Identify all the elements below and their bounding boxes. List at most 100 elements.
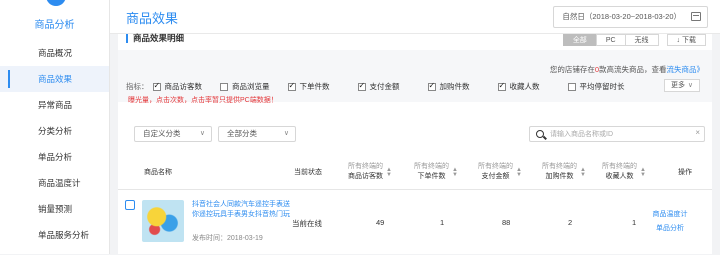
main-content: 商品效果 自然日（2018-03-20~2018-03-20） 商品效果明细 全… [110, 0, 720, 254]
metric-views-label: 商品浏览量 [232, 82, 270, 91]
checkbox[interactable] [287, 81, 296, 91]
chevron-down-icon: ∨ [687, 82, 693, 89]
checkbox[interactable] [152, 81, 161, 91]
lost-suffix: 》 [696, 65, 705, 74]
sidebar: 商品分析 商品概况 商品效果 异常商品 分类分析 单品分析 商品温度计 销量预测… [0, 0, 110, 254]
metric-payment[interactable]: 支付金额 [357, 81, 400, 92]
metric-avg-time[interactable]: 平均停留时长 [567, 81, 625, 92]
effect-panel: 商品效果明细 全部 PC 无线 ↓ 下载 您的店铺存在0款高流失商品，查看流失商… [118, 34, 712, 254]
product-name-link[interactable]: 抖音社会人同款汽车遥控手表送你遥控玩具手表男女抖音热门玩 [192, 200, 292, 220]
actions-cell: 商品温度计 单品分析 [644, 208, 696, 236]
checkbox[interactable] [357, 81, 366, 91]
view-all-button[interactable]: 全部 [562, 34, 597, 46]
lost-prefix: 您的店铺存在 [549, 65, 595, 74]
col-main: 收藏人数 [605, 173, 634, 180]
all-category-select[interactable]: 全部分类 ∨ [218, 126, 296, 142]
date-range-picker[interactable]: 自然日（2018-03-20~2018-03-20） [553, 6, 708, 28]
cart-cell: 2 [568, 218, 573, 227]
metric-orders[interactable]: 下单件数 [287, 81, 330, 92]
metric-visitors[interactable]: 商品访客数 [152, 81, 203, 92]
page-title: 商品效果 [126, 11, 179, 26]
download-button[interactable]: ↓ 下载 [666, 34, 706, 46]
more-label: 更多 [671, 82, 685, 89]
publish-time: 发布时间：2018-03-19 [192, 235, 263, 242]
col-status: 当前状态 [294, 169, 322, 176]
custom-category-select[interactable]: 自定义分类 ∨ [134, 126, 212, 142]
sidebar-item-overview[interactable]: 商品概况 [0, 40, 109, 66]
metric-visitors-label: 商品访客数 [164, 82, 203, 91]
search-placeholder: 请输入商品名称或ID [550, 131, 613, 138]
col-favorites[interactable]: 所有终端的收藏人数 ▲ ▼ [602, 162, 646, 182]
metric-orders-label: 下单件数 [299, 82, 330, 91]
sidebar-item-thermometer[interactable]: 商品温度计 [0, 170, 109, 196]
metric-cart-label: 加购件数 [439, 82, 470, 91]
edit-icon[interactable] [125, 200, 135, 210]
sidebar-item-forecast[interactable]: 销量预测 [0, 196, 109, 222]
sidebar-title: 商品分析 [34, 20, 75, 31]
metric-payment-label: 支付金额 [369, 82, 400, 91]
col-payment[interactable]: 所有终端的支付金额 ▲ ▼ [478, 162, 522, 182]
metric-cart[interactable]: 加购件数 [427, 81, 470, 92]
chevron-down-icon: ∨ [283, 130, 289, 137]
col-product-name: 商品名称 [144, 169, 172, 176]
product-analysis-icon [46, 0, 66, 6]
sidebar-item-service[interactable]: 单品服务分析 [0, 222, 109, 248]
custom-category-label: 自定义分类 [143, 129, 181, 138]
metric-views[interactable]: 商品浏览量 [220, 81, 270, 92]
sidebar-item-effect[interactable]: 商品效果 [0, 66, 109, 92]
col-sub: 所有终端的 [542, 163, 577, 170]
close-icon[interactable]: × [695, 128, 700, 137]
lost-products-link[interactable]: 流失商品 [667, 65, 697, 74]
more-metrics-button[interactable]: 更多 ∨ [664, 79, 700, 92]
metric-label: 指标： [126, 82, 149, 91]
checkbox[interactable] [220, 82, 228, 91]
col-main: 支付金额 [481, 173, 510, 180]
col-main: 下单件数 [417, 173, 446, 180]
sidebar-item-abnormal[interactable]: 异常商品 [0, 92, 109, 118]
sort-icon[interactable]: ▲ ▼ [580, 167, 586, 178]
lost-mid: 款高流失商品，查看 [599, 65, 667, 74]
view-pc-button[interactable]: PC [595, 34, 626, 46]
orders-cell: 1 [440, 218, 445, 227]
col-cart[interactable]: 所有终端的加购件数 ▲ ▼ [542, 162, 586, 182]
sidebar-item-single[interactable]: 单品分析 [0, 144, 109, 170]
checkbox[interactable] [567, 82, 576, 91]
date-range-text: 自然日（2018-03-20~2018-03-20） [562, 12, 681, 21]
sidebar-header: 商品分析 [0, 0, 109, 40]
view-wireless-button[interactable]: 无线 [624, 34, 659, 46]
single-analysis-link[interactable]: 单品分析 [644, 222, 696, 236]
thermometer-link[interactable]: 商品温度计 [644, 208, 696, 222]
table-header: 商品名称 当前状态 所有终端的 商品访客数 ▲ ▼ 所有终端的 下单件数 ▲ ▼ 所有终端的… [118, 158, 712, 190]
col-orders[interactable]: 所有终端的下单件数 ▲ ▼ [414, 162, 458, 182]
product-thumbnail[interactable] [142, 200, 184, 242]
calendar-icon[interactable] [691, 12, 701, 21]
lost-notice: 您的店铺存在0款高流失商品，查看流失商品》 [550, 64, 704, 75]
col-sub: 所有终端的 [414, 163, 449, 170]
sort-icon[interactable]: ▲ ▼ [452, 167, 458, 178]
top-bar: 商品效果 自然日（2018-03-20~2018-03-20） [110, 0, 720, 34]
metric-favorites-label: 收藏人数 [509, 82, 540, 91]
search-input[interactable]: 请输入商品名称或ID × [529, 126, 705, 142]
favorites-cell: 1 [632, 218, 637, 227]
col-sub: 所有终端的 [348, 163, 383, 170]
chevron-down-icon: ∨ [199, 130, 205, 137]
sort-icon[interactable]: ▲ ▼ [640, 167, 646, 178]
sort-icon[interactable]: ▲ ▼ [386, 167, 392, 178]
sort-icon[interactable]: ▲ ▼ [516, 167, 522, 178]
view-switch: 全部 PC 无线 ↓ 下载 [562, 34, 706, 46]
search-icon [536, 130, 544, 138]
col-sub: 所有终端的 [602, 163, 637, 170]
checkbox[interactable] [427, 81, 436, 91]
checkbox[interactable] [497, 81, 506, 91]
all-category-label: 全部分类 [227, 129, 257, 138]
sidebar-item-category[interactable]: 分类分析 [0, 118, 109, 144]
col-main: 商品访客数 [348, 173, 383, 180]
metric-favorites[interactable]: 收藏人数 [497, 81, 540, 92]
col-sub: 所有终端的 [478, 163, 513, 170]
metric-checkboxes: 指标： 商品访客数 商品浏览量 下单件数 支付金额 加购件数 收藏人数 平均停留… [126, 81, 625, 92]
warning-text: 曝光量，点击次数，点击率暂只提供PC端数据！ [128, 97, 278, 104]
col-actions: 操作 [678, 169, 692, 176]
col-main: 加购件数 [545, 173, 574, 180]
metric-avg-time-label: 平均停留时长 [579, 82, 625, 91]
col-visitors[interactable]: 所有终端的商品访客数 ▲ ▼ [348, 162, 392, 182]
